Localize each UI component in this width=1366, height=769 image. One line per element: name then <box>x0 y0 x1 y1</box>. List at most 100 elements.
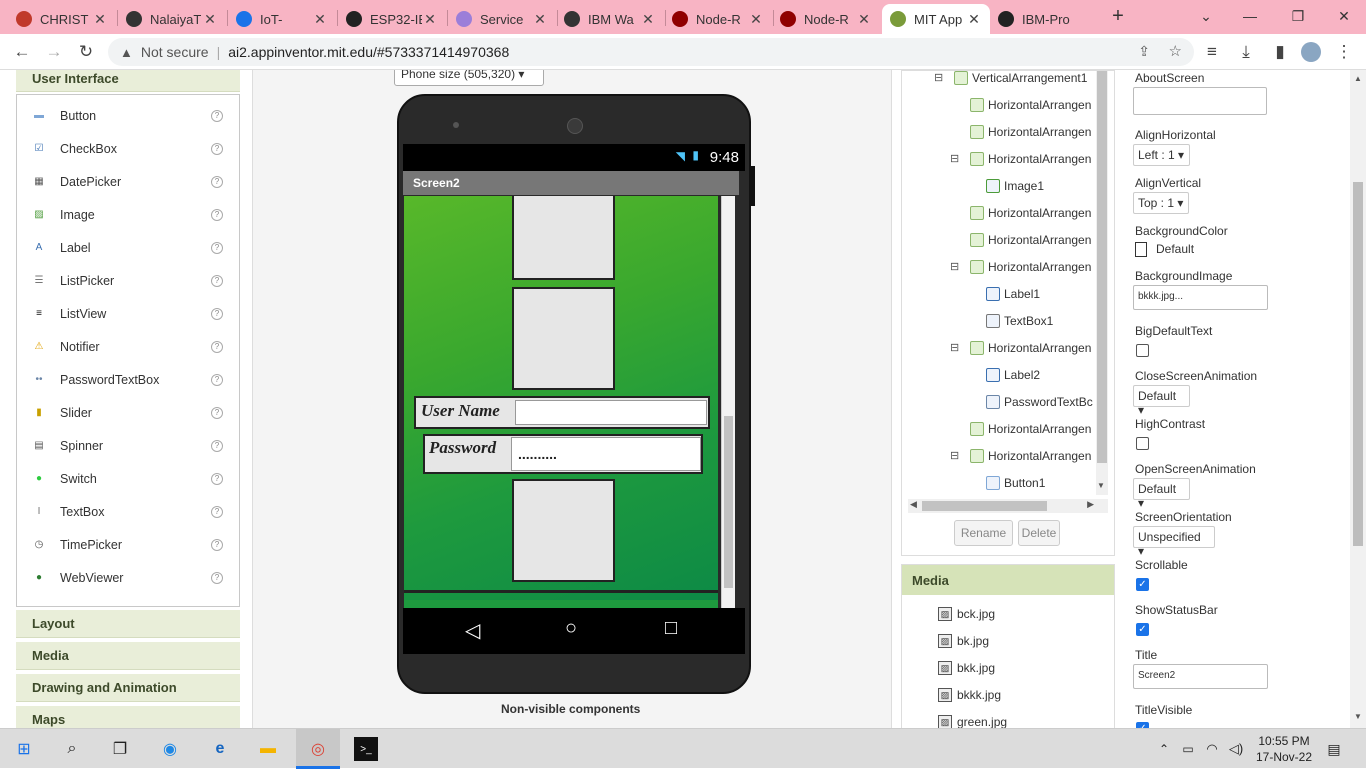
tab-close-icon[interactable]: ✕ <box>640 11 656 28</box>
back-nav-icon[interactable]: ◁ <box>465 618 480 643</box>
tab-close-icon[interactable]: ✕ <box>966 11 982 28</box>
palette-category-user-interface[interactable]: User Interface <box>16 70 240 92</box>
url-text[interactable]: ai2.appinventor.mit.edu/#573337141497036… <box>228 44 509 60</box>
palette-item-spinner[interactable]: ▤ Spinner? <box>17 429 239 462</box>
tree-node[interactable]: HorizontalArrangen <box>970 230 1091 250</box>
help-icon[interactable]: ? <box>211 373 223 386</box>
palette-item-passwordtextbox[interactable]: •• PasswordTextBox? <box>17 363 239 396</box>
tree-node[interactable]: HorizontalArrangen <box>970 149 1091 169</box>
palette-item-timepicker[interactable]: ◷ TimePicker? <box>17 528 239 561</box>
palette-category-maps[interactable]: Maps <box>16 706 240 728</box>
edge-icon[interactable]: ◉ <box>158 737 182 761</box>
scrollbar-thumb[interactable] <box>724 416 733 588</box>
palette-item-slider[interactable]: ▮ Slider? <box>17 396 239 429</box>
page-scrollbar-thumb[interactable] <box>1353 182 1363 546</box>
tab-close-icon[interactable]: ✕ <box>202 11 218 28</box>
tree-node[interactable]: VerticalArrangement1 <box>954 71 1087 88</box>
tree-collapse-icon[interactable]: ⊟ <box>950 260 959 273</box>
edge-legacy-icon[interactable]: e <box>208 737 232 761</box>
browser-tab[interactable]: CHRIST ✕ <box>8 4 116 34</box>
browser-tab[interactable]: IBM-Pro <box>990 4 1094 34</box>
media-file-item[interactable]: ▨ bkkk.jpg <box>938 688 1001 702</box>
tree-node[interactable]: HorizontalArrangen <box>970 257 1091 277</box>
help-icon[interactable]: ? <box>211 307 223 320</box>
share-icon[interactable]: ⇪ <box>1138 43 1150 60</box>
help-icon[interactable]: ? <box>211 472 223 485</box>
scroll-down-arrow-icon[interactable]: ▼ <box>1097 481 1105 490</box>
prop-title-input[interactable]: Screen2 <box>1133 664 1268 689</box>
warning-icon[interactable]: ▲ <box>120 45 133 60</box>
help-icon[interactable]: ? <box>211 208 223 221</box>
download-icon[interactable]: ⤓ <box>1236 42 1256 62</box>
image-placeholder[interactable] <box>512 479 615 582</box>
help-icon[interactable]: ? <box>211 571 223 584</box>
help-icon[interactable]: ? <box>211 175 223 188</box>
image-placeholder[interactable] <box>512 287 615 390</box>
tree-collapse-icon[interactable]: ⊟ <box>934 71 943 84</box>
profile-avatar[interactable] <box>1301 42 1321 62</box>
browser-tab[interactable]: Node-R ✕ <box>772 4 880 34</box>
palette-item-checkbox[interactable]: ☑ CheckBox? <box>17 132 239 165</box>
tree-node[interactable]: TextBox1 <box>986 311 1053 331</box>
palette-item-image[interactable]: ▨ Image? <box>17 198 239 231</box>
tree-collapse-icon[interactable]: ⊟ <box>950 341 959 354</box>
recents-nav-icon[interactable]: □ <box>665 617 677 640</box>
media-file-item[interactable]: ▨ bck.jpg <box>938 607 995 621</box>
prop-align-horizontal-select[interactable]: Left : 1 ▾ <box>1133 144 1190 166</box>
battery-tray-icon[interactable]: ▭ <box>1176 737 1200 761</box>
new-tab-icon[interactable]: + <box>1108 5 1128 27</box>
tab-search-icon[interactable]: ⌄ <box>1196 6 1216 26</box>
security-label[interactable]: Not secure <box>141 44 209 60</box>
scroll-left-arrow-icon[interactable]: ◀ <box>910 499 917 510</box>
wifi-tray-icon[interactable]: ◠ <box>1200 737 1224 761</box>
tree-collapse-icon[interactable]: ⊟ <box>950 152 959 165</box>
side-panel-icon[interactable]: ▮ <box>1270 42 1290 62</box>
tree-node[interactable]: HorizontalArrangen <box>970 446 1091 466</box>
scroll-up-arrow-icon[interactable]: ▲ <box>1354 74 1362 83</box>
home-nav-icon[interactable]: ○ <box>565 617 577 640</box>
tree-collapse-icon[interactable]: ⊟ <box>950 449 959 462</box>
prop-about-screen-textarea[interactable] <box>1133 87 1267 115</box>
prop-background-color-value[interactable]: Default <box>1156 242 1194 256</box>
reload-icon[interactable]: ↻ <box>76 42 96 62</box>
prop-high-contrast-checkbox[interactable] <box>1136 437 1149 450</box>
task-view-icon[interactable]: ❐ <box>108 737 132 761</box>
terminal-icon[interactable]: >_ <box>354 737 378 761</box>
palette-item-label[interactable]: A Label? <box>17 231 239 264</box>
page-scrollbar[interactable]: ▲ ▼ <box>1350 70 1366 728</box>
maximize-icon[interactable]: ❐ <box>1288 6 1308 26</box>
file-explorer-icon[interactable]: ▬ <box>256 737 280 761</box>
prop-scrollable-checkbox[interactable]: ✓ <box>1136 578 1149 591</box>
help-icon[interactable]: ? <box>211 109 223 122</box>
tree-node[interactable]: HorizontalArrangen <box>970 338 1091 358</box>
image-placeholder[interactable] <box>512 196 615 280</box>
tree-node[interactable]: PasswordTextBc <box>986 392 1093 412</box>
delete-button[interactable]: Delete <box>1018 520 1060 546</box>
browser-tab[interactable]: IoT- ✕ <box>228 4 336 34</box>
tree-vertical-scrollbar[interactable]: ▼ <box>1096 71 1108 495</box>
tab-close-icon[interactable]: ✕ <box>92 11 108 28</box>
close-window-icon[interactable]: ✕ <box>1334 6 1354 26</box>
tree-node[interactable]: HorizontalArrangen <box>970 95 1091 115</box>
reading-list-icon[interactable]: ≡ <box>1202 42 1222 62</box>
browser-tab[interactable]: ESP32-IE ✕ <box>338 4 446 34</box>
browser-tab[interactable]: NalaiyaT ✕ <box>118 4 226 34</box>
palette-item-textbox[interactable]: I TextBox? <box>17 495 239 528</box>
palette-item-listview[interactable]: ≡ ListView? <box>17 297 239 330</box>
help-icon[interactable]: ? <box>211 406 223 419</box>
media-file-item[interactable]: ▨ green.jpg <box>938 715 1007 728</box>
palette-item-datepicker[interactable]: ▦ DatePicker? <box>17 165 239 198</box>
forward-icon[interactable]: → <box>44 42 64 62</box>
tab-close-icon[interactable]: ✕ <box>312 11 328 28</box>
tree-node[interactable]: Label2 <box>986 365 1040 385</box>
help-icon[interactable]: ? <box>211 274 223 287</box>
tab-close-icon[interactable]: ✕ <box>532 11 548 28</box>
palette-category-media[interactable]: Media <box>16 642 240 670</box>
button-placeholder[interactable] <box>404 590 718 593</box>
scroll-down-arrow-icon[interactable]: ▼ <box>1354 712 1362 721</box>
prop-align-vertical-select[interactable]: Top : 1 ▾ <box>1133 192 1189 214</box>
browser-tab[interactable]: Service ✕ <box>448 4 556 34</box>
palette-item-webviewer[interactable]: ● WebViewer? <box>17 561 239 594</box>
prop-open-screen-animation-select[interactable]: Default ▾ <box>1133 478 1190 510</box>
browser-tab[interactable]: IBM Wa ✕ <box>556 4 664 34</box>
